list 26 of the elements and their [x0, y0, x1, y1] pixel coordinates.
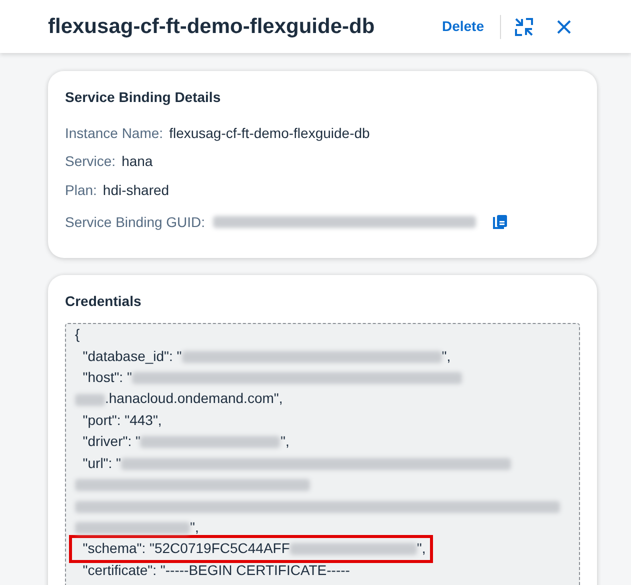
code-text: ",	[190, 518, 199, 535]
code-text: ",	[442, 348, 451, 364]
field-label: Service Binding GUID:	[65, 212, 206, 232]
delete-link[interactable]: Delete	[436, 12, 490, 41]
code-text: "url": "	[82, 454, 122, 471]
field-value: flexusag-cf-ft-demo-flexguide-db	[169, 124, 370, 143]
code-text: "schema": "52C0719FC5C44AFF	[82, 540, 290, 556]
copy-icon[interactable]	[492, 214, 508, 230]
field-label: Service:	[65, 152, 116, 172]
code-text: "host": "	[82, 368, 132, 385]
code-text: ",	[416, 540, 426, 556]
field-label: Plan:	[65, 180, 97, 200]
code-text: "database_id": "	[82, 348, 182, 364]
section-title: Service Binding Details	[65, 89, 222, 106]
page-title: flexusag-cf-ft-demo-flexguide-db	[48, 14, 375, 40]
field-value: hana	[122, 152, 153, 172]
code-text: {	[75, 326, 80, 342]
redacted-text	[75, 394, 105, 406]
field-value: hdi-shared	[102, 180, 170, 200]
code-text: .hanacloud.ondemand.com",	[105, 390, 283, 406]
code-text: "driver": "	[82, 433, 140, 450]
code-text: ",	[280, 433, 290, 450]
code-text: "port": "443",	[82, 412, 162, 428]
field-label: Instance Name:	[65, 124, 164, 143]
section-title: Credentials	[65, 293, 142, 310]
code-text: "certificate": "-----BEGIN CERTIFICATE-----	[82, 562, 350, 578]
